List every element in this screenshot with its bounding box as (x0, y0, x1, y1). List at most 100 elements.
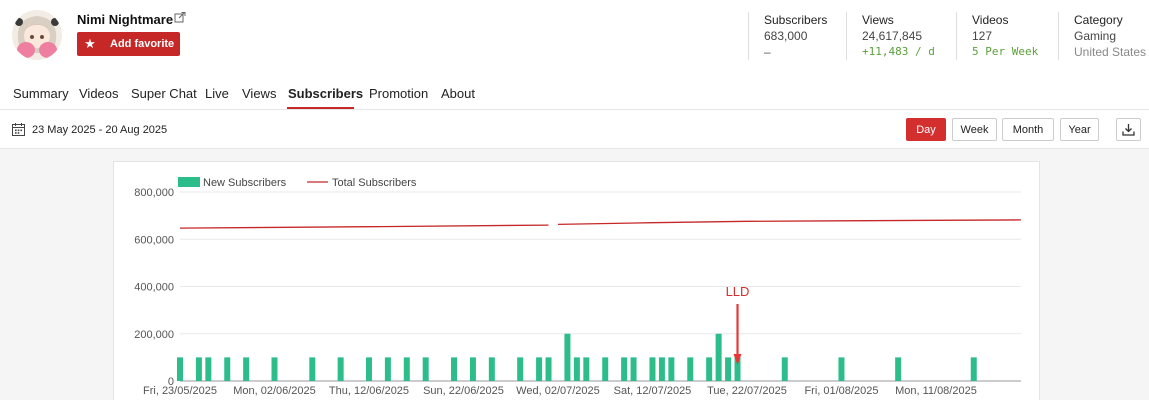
period-day-button[interactable]: Day (906, 118, 946, 141)
avatar[interactable] (12, 10, 62, 60)
stat-title: Category (1074, 13, 1123, 27)
stat-value: 683,000 (764, 29, 808, 43)
bar (658, 357, 665, 381)
tab-about[interactable]: About (441, 86, 475, 101)
stat-title: Subscribers (764, 13, 828, 27)
chart-toolbar: 23 May 2025 - 20 Aug 2025 Day Week Month… (0, 110, 1149, 149)
add-favorite-button[interactable]: ★ Add favorite (77, 32, 180, 56)
date-range-picker[interactable]: 23 May 2025 - 20 Aug 2025 (12, 123, 167, 136)
download-button[interactable] (1116, 118, 1141, 141)
calendar-icon (12, 123, 25, 136)
bar (403, 357, 410, 381)
x-tick-label: Fri, 01/08/2025 (804, 385, 878, 397)
bar (365, 357, 372, 381)
period-year-button[interactable]: Year (1060, 118, 1099, 141)
stat-value: 127 (972, 29, 993, 43)
external-link-icon[interactable] (174, 12, 186, 24)
tab-subscribers[interactable]: Subscribers (288, 86, 363, 101)
bar (545, 357, 552, 381)
stat-title: Videos (972, 13, 1009, 27)
bar (687, 357, 694, 381)
x-tick-label: Sat, 12/07/2025 (614, 385, 692, 397)
stat-title: Views (862, 13, 894, 27)
legend-label: Total Subscribers (332, 177, 417, 189)
subscribers-chart-card: 0 200,000 400,000 600,000 800,000 Fri, 23/05/… (113, 161, 1040, 400)
bar (177, 357, 183, 381)
stat-sub: +11,483 / d (862, 45, 935, 58)
series-line (557, 219, 1022, 226)
bar (649, 357, 656, 381)
channel-header: Nimi Nightmare ★ Add favorite Subscriber… (0, 0, 1149, 80)
bar (422, 357, 429, 381)
period-month-button[interactable]: Month (1002, 118, 1054, 141)
bar (573, 357, 580, 381)
bar (469, 357, 476, 381)
tab-summary[interactable]: Summary (13, 86, 69, 101)
stat-value: Gaming (1074, 29, 1117, 43)
bar (224, 357, 231, 381)
stat-subscribers: Subscribers 683,000 – (748, 12, 827, 60)
period-week-button[interactable]: Week (952, 118, 997, 141)
tab-promotion[interactable]: Promotion (369, 86, 428, 101)
tab-views[interactable]: Views (242, 86, 276, 101)
x-tick-label: Mon, 02/06/2025 (233, 385, 316, 397)
bar (517, 357, 524, 381)
download-icon (1122, 124, 1135, 136)
bar (621, 357, 628, 381)
bar (536, 357, 543, 381)
bar (668, 357, 675, 381)
y-tick-label: 400,000 (134, 282, 174, 294)
annotation-label: LLD (726, 284, 750, 299)
avatar-image (12, 10, 62, 60)
series-line (179, 224, 549, 229)
stat-category: Category Gaming United States (1058, 12, 1146, 60)
bar (630, 357, 637, 381)
stat-value: 24,617,845 (862, 29, 923, 43)
bar (725, 357, 732, 381)
bar (715, 333, 722, 381)
x-tick-label: Fri, 23/05/2025 (143, 385, 217, 397)
tab-super-chat[interactable]: Super Chat (131, 86, 197, 101)
bar (271, 357, 278, 381)
legend-label: New Subscribers (203, 177, 287, 189)
stat-videos: Videos 127 5 Per Week (956, 12, 1038, 60)
y-tick-label: 600,000 (134, 234, 174, 246)
bar (243, 357, 250, 381)
bar (488, 357, 495, 381)
bar (384, 357, 391, 381)
star-icon: ★ (84, 36, 96, 51)
subscribers-chart: 0200,000400,000600,000800,000Fri, 23/05/… (134, 177, 1022, 397)
x-tick-label: Sun, 22/06/2025 (423, 385, 504, 397)
x-tick-label: Mon, 11/08/2025 (895, 385, 977, 397)
tab-live[interactable]: Live (205, 86, 229, 101)
add-favorite-label: Add favorite (110, 38, 175, 50)
channel-name: Nimi Nightmare (77, 12, 174, 27)
active-tab-indicator (287, 107, 354, 109)
stat-views: Views 24,617,845 +11,483 / d (846, 12, 935, 60)
bar (895, 357, 902, 381)
bar (970, 357, 977, 381)
tab-videos[interactable]: Videos (79, 86, 119, 101)
x-tick-label: Wed, 02/07/2025 (516, 385, 600, 397)
bar (205, 357, 212, 381)
bar (602, 357, 609, 381)
x-tick-label: Thu, 12/06/2025 (329, 385, 409, 397)
bar (451, 357, 458, 381)
y-tick-label: 800,000 (134, 187, 174, 199)
legend-swatch-new-subscribers (178, 177, 200, 187)
bar (337, 357, 344, 381)
bar (564, 333, 571, 381)
x-tick-label: Tue, 22/07/2025 (707, 385, 787, 397)
tab-bar: Summary Videos Super Chat Live Views Sub… (0, 80, 1149, 110)
bar (781, 357, 788, 381)
stat-sub: United States (1074, 45, 1147, 59)
bar (195, 357, 202, 381)
bar (838, 357, 845, 381)
stat-sub: – (764, 45, 771, 59)
date-range-label: 23 May 2025 - 20 Aug 2025 (32, 123, 168, 136)
bar (583, 357, 590, 381)
stat-sub: 5 Per Week (972, 45, 1039, 58)
bar (706, 357, 713, 381)
bar (309, 357, 316, 381)
y-tick-label: 200,000 (134, 329, 174, 341)
